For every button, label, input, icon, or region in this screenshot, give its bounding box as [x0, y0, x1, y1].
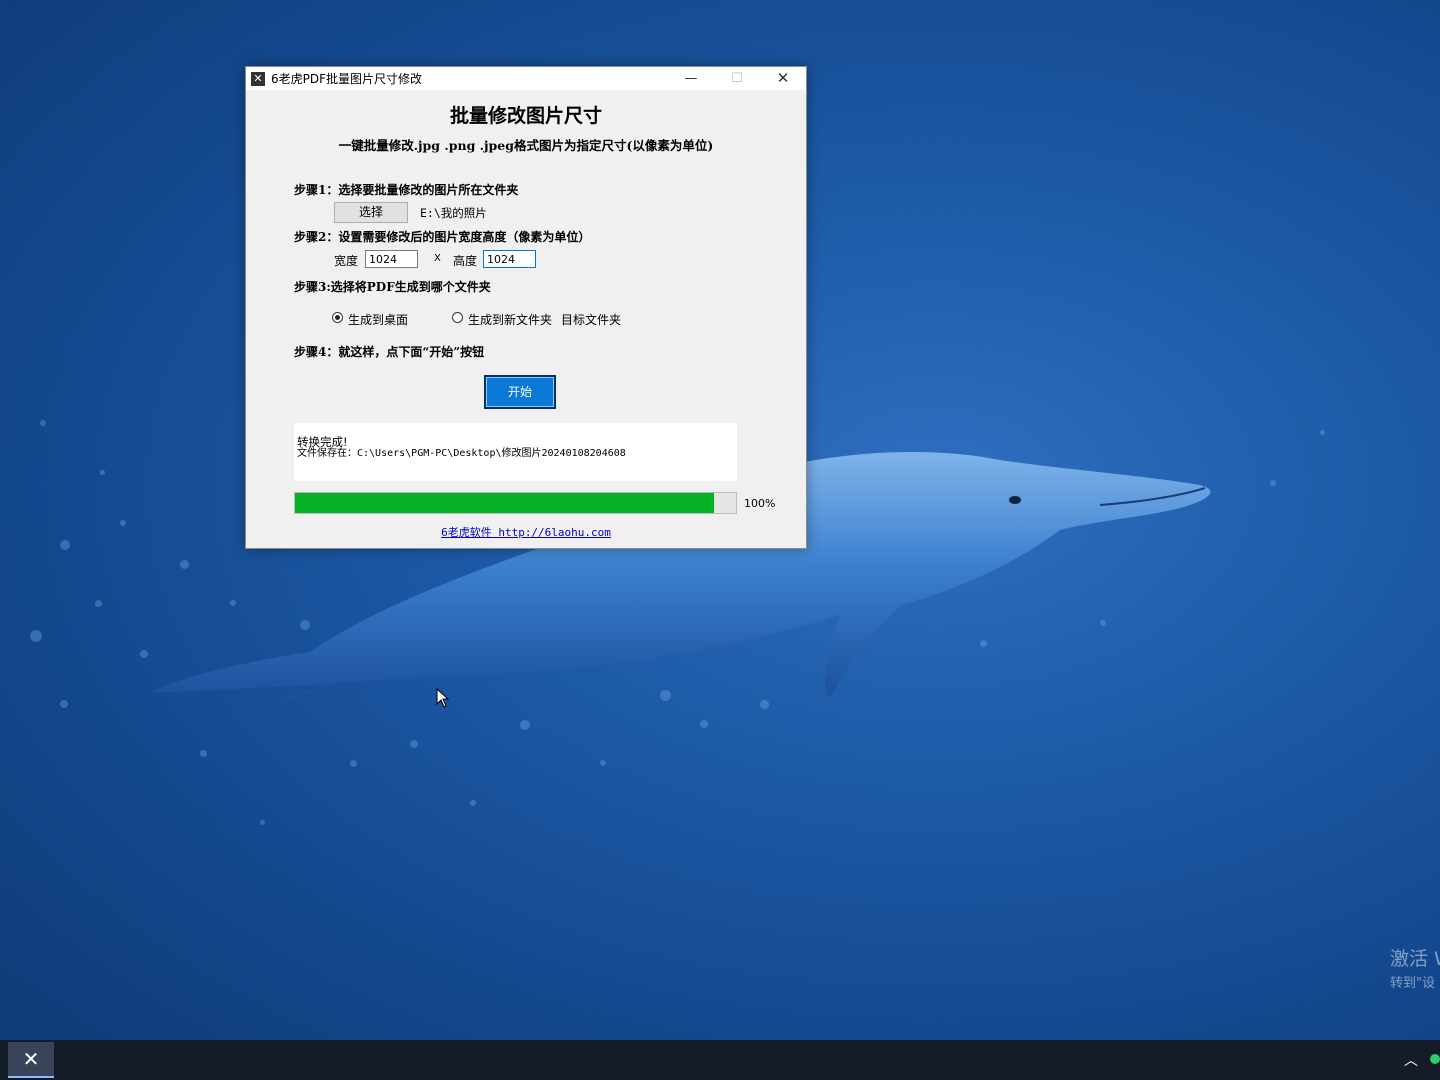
desktop-radio[interactable] [332, 312, 343, 323]
target-folder-label: 目标文件夹 [561, 313, 622, 327]
page-subtitle: 一键批量修改.jpg .png .jpeg格式图片为指定尺寸(以像素为单位) [338, 138, 714, 153]
progress-bar [294, 492, 737, 514]
height-label: 高度 [453, 254, 478, 268]
progress-percent: 100% [744, 497, 776, 510]
width-input[interactable]: 1024 [365, 250, 418, 268]
select-folder-button[interactable]: 选择 [334, 202, 408, 223]
mouse-cursor-icon [436, 688, 450, 708]
minimize-button[interactable]: — [668, 67, 714, 90]
output-status-line: 转换完成! [297, 435, 348, 449]
step4-label: 步骤4：就这样，点下面“开始”按钮 [294, 345, 485, 359]
times-label: X [434, 253, 441, 264]
taskbar: ✕ ︿ [0, 1040, 1440, 1080]
step1-label: 步骤1：选择要批量修改的图片所在文件夹 [294, 183, 519, 197]
window-title: 6老虎PDF批量图片尺寸修改 [271, 72, 423, 86]
tray-overflow-chevron-icon[interactable]: ︿ [1404, 1050, 1418, 1070]
progress-bar-fill [295, 493, 714, 513]
new-folder-radio-label[interactable]: 生成到新文件夹 [468, 311, 552, 328]
close-button[interactable]: ✕ [760, 67, 806, 90]
selected-folder-path: E:\我的照片 [420, 206, 487, 220]
activation-watermark-title: 激活 W [1390, 948, 1440, 970]
website-link[interactable]: 6老虎软件 http://6laohu.com [246, 524, 806, 540]
activation-watermark-subtitle: 转到"设 [1390, 976, 1435, 991]
taskbar-app-button[interactable]: ✕ [8, 1042, 54, 1078]
page-title: 批量修改图片尺寸 [449, 105, 602, 127]
title-bar[interactable]: ✕ 6老虎PDF批量图片尺寸修改 — ☐ ✕ [246, 67, 806, 90]
output-log: 转换完成! 文件保存在：C:\Users\PGM-PC\Desktop\修改图片… [294, 423, 737, 481]
start-button[interactable]: 开始 [484, 375, 556, 409]
maximize-button[interactable]: ☐ [714, 67, 760, 90]
step3-label: 步骤3:选择将PDF生成到哪个文件夹 [294, 280, 491, 294]
desktop-radio-label[interactable]: 生成到桌面 [348, 311, 408, 328]
new-folder-radio[interactable] [452, 312, 463, 323]
tray-wechat-icon[interactable] [1430, 1054, 1440, 1064]
step2-label: 步骤2：设置需要修改后的图片宽度高度（像素为单位） [294, 230, 591, 244]
height-input[interactable]: 1024 [483, 250, 536, 268]
width-label: 宽度 [334, 254, 359, 268]
output-path-line: 文件保存在：C:\Users\PGM-PC\Desktop\修改图片202401… [297, 448, 626, 459]
app-window: ✕ 6老虎PDF批量图片尺寸修改 — ☐ ✕ 批量修改图片尺寸 一键批量修改.j… [245, 66, 807, 549]
app-logo-icon: ✕ [251, 71, 265, 86]
